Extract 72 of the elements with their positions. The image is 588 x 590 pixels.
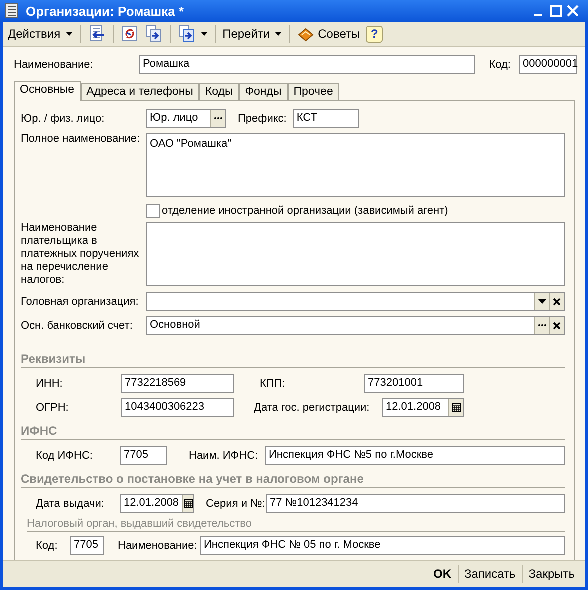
date-field[interactable]: 12.01.2008	[382, 398, 464, 417]
tab[interactable]: Прочее	[288, 83, 340, 100]
input-field[interactable]: Инспекция ФНС №5 по г.Москве	[265, 446, 565, 465]
field-label: ОГРН:	[36, 402, 70, 414]
tab[interactable]: Адреса и телефоны	[80, 83, 200, 100]
text-area[interactable]	[146, 222, 565, 286]
copy-icon[interactable]	[144, 25, 163, 43]
caret-icon	[66, 32, 73, 36]
dialog-button[interactable]: Записать	[458, 567, 522, 581]
input-field[interactable]: Ромашка	[139, 55, 476, 74]
input-field[interactable]: КСТ	[292, 109, 359, 128]
back-arrow-icon[interactable]	[88, 25, 106, 43]
field-label: Дата гос. регистрации:	[254, 402, 371, 414]
field-label: Юр. / физ. лицо:	[21, 112, 106, 124]
input-field[interactable]: 7732218569	[121, 374, 234, 393]
caret-icon	[200, 32, 208, 36]
menu-button[interactable]: Перейти	[220, 24, 284, 44]
calendar-icon	[184, 499, 193, 508]
date-field[interactable]: 12.01.2008	[120, 494, 194, 513]
close-icon[interactable]	[566, 4, 580, 18]
menu-button[interactable]: Действия	[6, 24, 75, 44]
tab[interactable]: Фонды	[239, 83, 288, 100]
field-label: ИНН:	[36, 378, 64, 390]
input-field[interactable]: 000000001	[519, 55, 577, 74]
dialog-button[interactable]: OK	[428, 567, 458, 581]
field-label: Наим. ИФНС:	[189, 450, 260, 462]
tab[interactable]: Коды	[199, 83, 240, 100]
field-label: Полное наименование:	[21, 133, 142, 145]
field-label: Серия и №:	[206, 498, 266, 510]
field-label: Наименование:	[14, 58, 94, 70]
help-button[interactable]: ?	[366, 26, 384, 42]
document-icon	[5, 3, 19, 19]
calendar-icon	[452, 403, 460, 412]
clear-icon	[553, 322, 561, 330]
ellipsis-icon	[214, 117, 222, 120]
subsection-heading: Налоговый орган, выдавший свидетельство	[27, 518, 565, 532]
section-heading: Реквизиты	[21, 352, 565, 368]
ellipsis-icon	[538, 324, 546, 327]
clear-icon	[553, 298, 561, 306]
select-field[interactable]: Юр. лицо	[146, 109, 226, 128]
checkbox[interactable]	[146, 204, 160, 218]
refresh-icon[interactable]	[120, 25, 139, 43]
input-field[interactable]: 1043400306223	[121, 398, 234, 417]
caret-icon	[275, 32, 282, 36]
window-title: Организации: Ромашка *	[26, 4, 184, 18]
input-field[interactable]: 77 №1012341234	[266, 494, 565, 513]
dropdown-icon	[538, 299, 546, 304]
text-area[interactable]: ОАО "Ромашка"	[146, 133, 565, 197]
field-label: Дата выдачи:	[36, 498, 106, 510]
tab[interactable]: Основные	[14, 81, 81, 101]
field-label: КПП:	[260, 378, 286, 390]
field-label: Префикс:	[238, 112, 287, 124]
section-heading: Свидетельство о постановке на учет в налоговом органе	[21, 472, 565, 488]
input-field[interactable]: 7705	[120, 446, 167, 465]
advice-button[interactable]: Советы	[295, 24, 362, 44]
field-label: Код:	[36, 540, 59, 552]
input-field[interactable]: 773201001	[364, 374, 464, 393]
field-label: Осн. банковский счет:	[21, 320, 134, 332]
section-heading: ИФНС	[21, 424, 565, 440]
select-field[interactable]	[146, 292, 565, 311]
select-field[interactable]: Основной	[146, 316, 565, 335]
field-label: Наименование:	[118, 540, 198, 552]
dialog-button[interactable]: Закрыть	[522, 567, 581, 581]
field-label: Наименование плательщика в платежных поручениях на перечисление налогов:	[21, 222, 140, 287]
checkbox-label: отделение иностранной организации (зависимый агент)	[162, 205, 448, 217]
field-label: Код ИФНС:	[36, 450, 94, 462]
input-field[interactable]: 7705	[70, 536, 104, 555]
field-label: Головная организация:	[21, 296, 140, 308]
maximize-icon[interactable]	[549, 4, 563, 18]
copy-icon	[178, 25, 196, 43]
field-label: Код:	[489, 58, 511, 70]
input-field[interactable]: Инспекция ФНС № 05 по г. Москве	[200, 536, 565, 555]
